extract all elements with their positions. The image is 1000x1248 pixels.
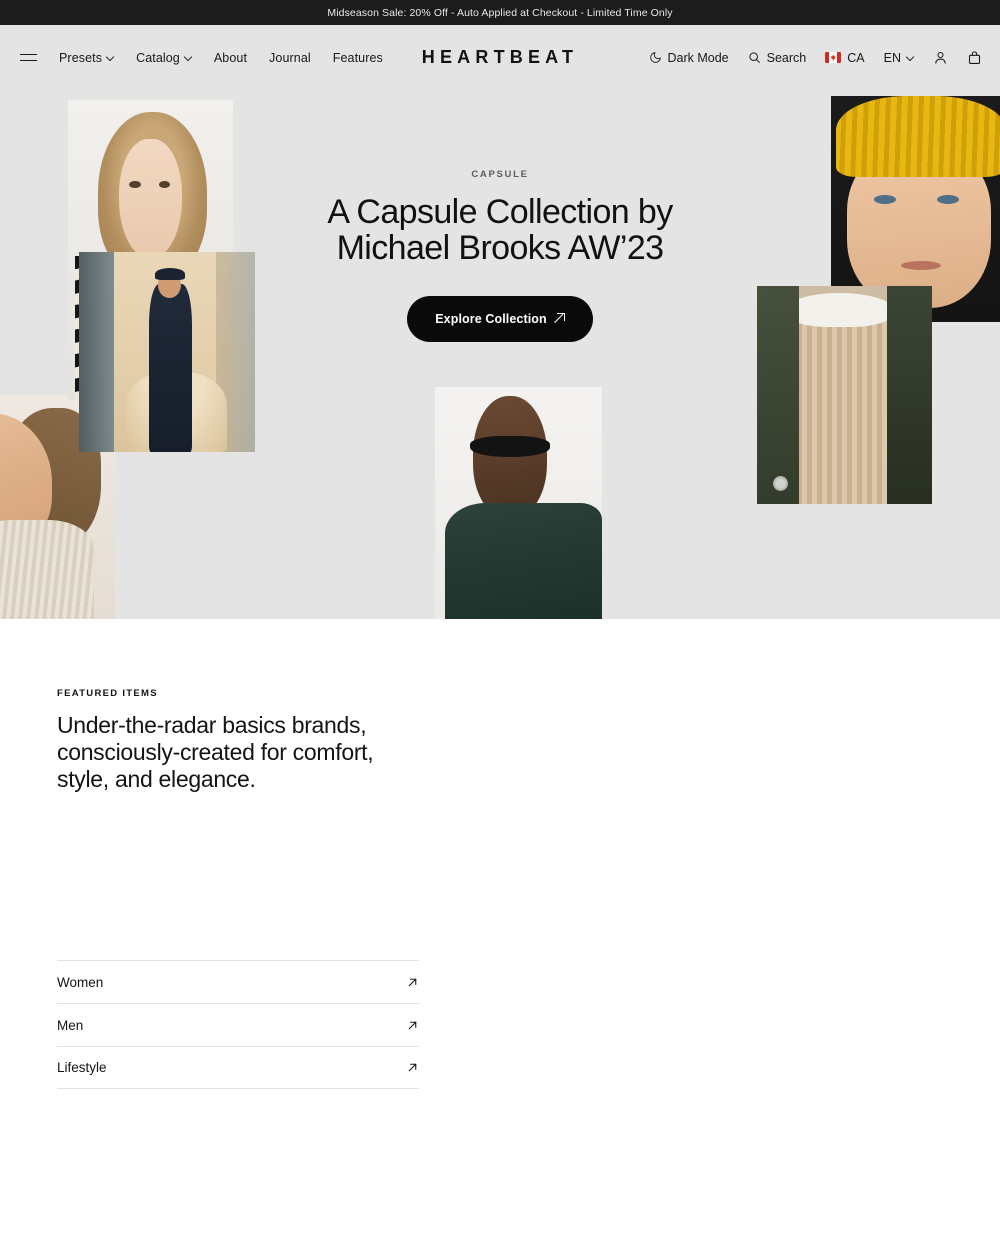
photo-detail-snap-button: [772, 475, 788, 491]
category-links-list: Women Men Lifestyle: [57, 960, 419, 1089]
featured-heading-line-1: Under-the-radar basics brands,: [57, 712, 367, 738]
category-link-lifestyle[interactable]: Lifestyle: [57, 1046, 419, 1089]
country-selector[interactable]: CA: [825, 50, 865, 65]
nav-item-catalog[interactable]: Catalog: [136, 51, 192, 65]
arrow-up-right-icon: [408, 1021, 417, 1029]
user-icon: [935, 51, 946, 64]
nav-item-presets[interactable]: Presets: [59, 51, 114, 65]
search-button[interactable]: Search: [748, 50, 807, 65]
featured-items-section: FEATURED ITEMS Under-the-radar basics br…: [0, 619, 1000, 1248]
featured-copy: FEATURED ITEMS Under-the-radar basics br…: [57, 688, 437, 793]
featured-heading-line-2: consciously-created for comfort,: [57, 739, 374, 766]
category-label-men: Men: [57, 1017, 84, 1033]
nav-label-about: About: [213, 50, 248, 65]
nav-item-journal[interactable]: Journal: [269, 51, 311, 65]
search-icon: [749, 52, 760, 63]
category-label-women: Women: [57, 974, 104, 990]
nav-label-features: Features: [332, 50, 383, 65]
hero-title-line-2: Michael Brooks AW’23: [336, 229, 664, 268]
language-label: EN: [883, 50, 901, 65]
dark-mode-toggle[interactable]: Dark Mode: [649, 51, 729, 65]
site-logo[interactable]: HEARTBEAT: [422, 47, 578, 68]
utility-navigation: Dark Mode Search CA EN: [649, 50, 983, 65]
category-link-men[interactable]: Men: [57, 1003, 419, 1046]
category-label-lifestyle: Lifestyle: [57, 1060, 107, 1075]
hero-title-line-1: A Capsule Collection by: [327, 193, 673, 231]
chevron-down-icon: [185, 54, 192, 61]
account-button[interactable]: [933, 50, 948, 65]
cart-button[interactable]: [967, 50, 982, 65]
search-label: Search: [766, 50, 807, 65]
country-label: CA: [847, 50, 865, 65]
arrow-up-right-icon: [554, 313, 565, 324]
shopping-bag-icon: [968, 51, 981, 64]
nav-label-journal: Journal: [269, 50, 311, 65]
canada-flag-icon: [825, 52, 842, 63]
category-link-women[interactable]: Women: [57, 960, 419, 1003]
photo-detail-green-coat: [445, 503, 602, 619]
primary-navigation: Presets Catalog About Journal Features: [20, 51, 383, 65]
arrow-up-right-icon: [408, 1063, 417, 1072]
featured-heading-line-3: style, and elegance.: [57, 766, 256, 793]
photo-detail-knit-turtleneck: [0, 520, 94, 619]
hero-section: CAPSULE A Capsule Collection by Michael …: [0, 90, 1000, 619]
hamburger-menu-icon[interactable]: [20, 53, 37, 62]
photo-detail-sunglasses: [470, 435, 551, 457]
nav-item-features[interactable]: Features: [333, 51, 383, 65]
chevron-down-icon: [107, 54, 114, 61]
nav-item-about[interactable]: About: [214, 51, 247, 65]
featured-label: FEATURED ITEMS: [57, 688, 158, 699]
dark-mode-label: Dark Mode: [667, 50, 729, 65]
hero-copy: CAPSULE A Capsule Collection by Michael …: [0, 169, 1000, 342]
nav-label-catalog: Catalog: [136, 50, 180, 65]
nav-label-presets: Presets: [59, 50, 103, 65]
photo-detail-yellow-beanie: [836, 96, 1000, 178]
hero-eyebrow: CAPSULE: [471, 169, 529, 180]
hero-photo-4: [435, 387, 602, 619]
announcement-bar: Midseason Sale: 20% Off - Auto Applied a…: [0, 0, 1000, 25]
explore-collection-button[interactable]: Explore Collection: [407, 295, 593, 342]
hero-image-sunglasses-man-green-coat[interactable]: [435, 387, 602, 619]
site-header: Presets Catalog About Journal Features H…: [0, 25, 1000, 90]
chevron-down-icon: [907, 54, 914, 61]
moon-icon: [649, 52, 661, 63]
explore-collection-label: Explore Collection: [435, 311, 547, 326]
hero-title: A Capsule Collection by Michael Brooks A…: [0, 194, 1000, 267]
announcement-text: Midseason Sale: 20% Off - Auto Applied a…: [327, 6, 673, 19]
language-selector[interactable]: EN: [884, 51, 914, 65]
arrow-up-right-icon: [408, 978, 417, 986]
featured-heading: Under-the-radar basics brands, conscious…: [57, 712, 437, 793]
